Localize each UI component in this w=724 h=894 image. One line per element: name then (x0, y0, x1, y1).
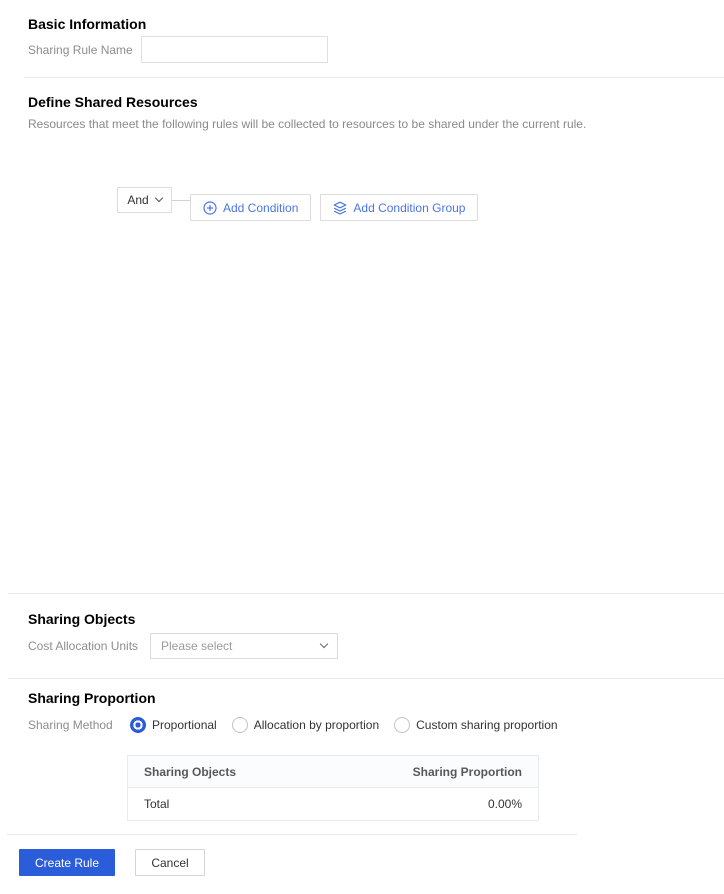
radio-custom-sharing-proportion[interactable]: Custom sharing proportion (394, 717, 558, 733)
create-rule-button[interactable]: Create Rule (19, 849, 115, 876)
define-shared-resources-description: Resources that meet the following rules … (28, 117, 587, 131)
condition-operator-select[interactable]: And (117, 187, 172, 213)
cost-allocation-units-placeholder: Please select (161, 639, 233, 653)
radio-proportional[interactable]: Proportional (130, 717, 217, 733)
sharing-objects-section: Sharing Objects Cost Allocation Units Pl… (0, 594, 724, 659)
sharing-objects-title: Sharing Objects (28, 611, 136, 627)
sharing-proportion-table: Sharing Objects Sharing Proportion Total… (127, 755, 539, 821)
define-shared-resources-title: Define Shared Resources (28, 94, 198, 110)
table-header-sharing-objects: Sharing Objects (127, 755, 320, 788)
cost-allocation-units-select[interactable]: Please select (150, 633, 338, 659)
sharing-proportion-section: Sharing Proportion Sharing Method Propor… (0, 679, 724, 821)
radio-custom-sharing-proportion-label: Custom sharing proportion (416, 718, 558, 732)
table-header-row: Sharing Objects Sharing Proportion (127, 755, 539, 788)
sharing-rule-name-row: Sharing Rule Name (28, 36, 724, 63)
condition-buttons: Add Condition Add Condition Group (190, 194, 479, 221)
table-header-sharing-proportion: Sharing Proportion (319, 755, 539, 788)
condition-operator-value: And (127, 193, 149, 207)
cost-allocation-units-label: Cost Allocation Units (28, 639, 139, 653)
add-condition-label: Add Condition (223, 200, 299, 215)
sharing-proportion-title: Sharing Proportion (28, 690, 156, 706)
radio-allocation-by-proportion-label: Allocation by proportion (253, 718, 380, 732)
sharing-method-label: Sharing Method (28, 718, 113, 732)
table-row-total: Total 0.00% (128, 788, 539, 821)
chevron-down-icon (319, 639, 329, 649)
add-condition-button[interactable]: Add Condition (190, 194, 312, 221)
add-condition-group-label: Add Condition Group (353, 200, 466, 215)
condition-connector-line (172, 200, 190, 201)
sharing-rule-name-label: Sharing Rule Name (28, 42, 133, 57)
add-condition-group-button[interactable]: Add Condition Group (320, 194, 479, 221)
circle-plus-icon (203, 200, 217, 215)
radio-icon (231, 717, 248, 733)
basic-information-title: Basic Information (28, 16, 147, 32)
cancel-button[interactable]: Cancel (135, 849, 205, 876)
layers-icon (333, 201, 347, 215)
total-label: Total (144, 797, 170, 811)
create-sharing-rule-page: Basic Information Sharing Rule Name Defi… (0, 0, 724, 894)
radio-icon (394, 717, 411, 733)
condition-builder: And Add Condition Add Condition Group (117, 187, 724, 221)
radio-icon (130, 717, 146, 733)
sharing-method-row: Sharing Method Proportional Allocation b… (28, 717, 724, 733)
footer-actions: Create Rule Cancel (0, 835, 724, 894)
total-proportion-value: 0.00% (487, 797, 522, 811)
radio-allocation-by-proportion[interactable]: Allocation by proportion (231, 717, 380, 733)
radio-proportional-label: Proportional (152, 718, 217, 732)
define-shared-resources-section: Define Shared Resources Resources that m… (0, 78, 724, 221)
sharing-rule-name-input[interactable] (141, 36, 328, 63)
cost-allocation-units-row: Cost Allocation Units Please select (28, 633, 724, 659)
chevron-down-icon (154, 193, 163, 203)
basic-information-section: Basic Information Sharing Rule Name (0, 0, 724, 63)
